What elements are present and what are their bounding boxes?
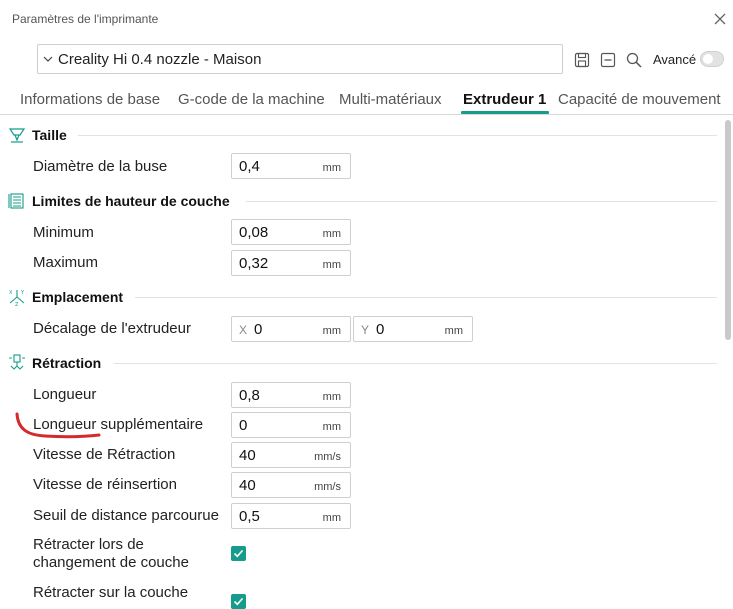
check-icon [233, 549, 244, 558]
field-unit: mm [322, 391, 341, 403]
save-icon[interactable] [573, 51, 591, 69]
label-minimum: Minimum [33, 224, 94, 241]
field-unit: mm [322, 162, 341, 174]
field-value: 0,5 [239, 508, 260, 525]
field-unit: mm [322, 228, 341, 240]
check-icon [233, 597, 244, 606]
maximum-input[interactable]: 0,32 mm [231, 250, 351, 276]
preset-bar: Creality Hi 0.4 nozzle - Maison Avancé [0, 44, 733, 76]
section-title-emplacement: Emplacement [32, 289, 124, 305]
retracter-couche-checkbox[interactable] [231, 594, 246, 609]
field-unit: mm/s [314, 481, 341, 493]
chevron-down-icon [43, 56, 53, 62]
field-value: 0,8 [239, 387, 260, 404]
section-divider [78, 135, 717, 136]
xyz-axes-icon: X Y Z [9, 290, 25, 306]
longueur-supplementaire-input[interactable]: 0 mm [231, 412, 351, 438]
retracter-changement-checkbox[interactable] [231, 546, 246, 561]
field-unit: mm/s [314, 451, 341, 463]
field-unit: mm [444, 325, 463, 337]
retraction-icon [9, 354, 25, 370]
preset-selected-value: Creality Hi 0.4 nozzle - Maison [58, 51, 262, 68]
decalage-x-input[interactable]: X 0 mm [231, 316, 351, 342]
scrollbar[interactable] [725, 120, 731, 340]
advanced-label: Avancé [653, 52, 697, 67]
axis-label-y: Y [361, 323, 370, 337]
label-maximum: Maximum [33, 254, 99, 271]
diametre-buse-input[interactable]: 0,4 mm [231, 153, 351, 179]
section-divider [135, 297, 717, 298]
field-unit: mm [322, 259, 341, 271]
field-value: 40 [239, 477, 256, 494]
decalage-y-input[interactable]: Y 0 mm [353, 316, 473, 342]
tab-extrudeur-1[interactable]: Extrudeur 1 [463, 91, 546, 108]
label-longueur: Longueur [33, 386, 97, 403]
tab-g-code-machine[interactable]: G-code de la machine [178, 91, 325, 108]
label-longueur-supplementaire: Longueur supplémentaire [33, 416, 204, 433]
tab-multi-materiaux[interactable]: Multi-matériaux [339, 91, 442, 108]
field-value: 0 [239, 417, 248, 434]
tab-bar: Informations de base G-code de la machin… [0, 84, 733, 115]
label-seuil-distance: Seuil de distance parcourue [33, 507, 219, 524]
section-divider [246, 201, 717, 202]
field-value: 0,4 [239, 158, 260, 175]
label-vitesse-retraction: Vitesse de Rétraction [33, 446, 176, 463]
tab-capacite-de-mouvement[interactable]: Capacité de mouvement [558, 91, 721, 108]
field-unit: mm [322, 512, 341, 524]
field-unit: mm [322, 421, 341, 433]
nozzle-icon [8, 128, 26, 143]
svg-text:Z: Z [15, 302, 19, 306]
label-retracter-changement-l2: changement de couche [33, 554, 189, 571]
label-diametre-buse: Diamètre de la buse [33, 158, 168, 175]
svg-text:X: X [9, 290, 13, 296]
remove-preset-icon[interactable] [599, 51, 617, 69]
axis-label-x: X [239, 323, 248, 337]
section-title-limites: Limites de hauteur de couche [32, 193, 230, 209]
minimum-input[interactable]: 0,08 mm [231, 219, 351, 245]
vitesse-retraction-input[interactable]: 40 mm/s [231, 442, 351, 468]
label-retracter-couche: Rétracter sur la couche [33, 584, 189, 601]
label-vitesse-reinsertion: Vitesse de réinsertion [33, 476, 177, 493]
field-value: 0,08 [239, 224, 269, 241]
tab-informations-de-base[interactable]: Informations de base [20, 91, 160, 108]
vitesse-reinsertion-input[interactable]: 40 mm/s [231, 472, 351, 498]
longueur-input[interactable]: 0,8 mm [231, 382, 351, 408]
advanced-toggle[interactable] [700, 51, 724, 67]
close-icon[interactable] [711, 10, 729, 28]
title-bar: Paramètres de l'imprimante [0, 0, 733, 38]
window-title: Paramètres de l'imprimante [12, 12, 159, 26]
label-decalage-extrudeur: Décalage de l'extrudeur [33, 320, 191, 337]
field-value: 40 [239, 447, 256, 464]
preset-dropdown[interactable]: Creality Hi 0.4 nozzle - Maison [37, 44, 563, 74]
field-value: 0 [254, 321, 263, 338]
field-unit: mm [322, 325, 341, 337]
settings-panel: Taille Diamètre de la buse 0,4 mm Limite… [0, 115, 733, 609]
section-title-taille: Taille [32, 127, 67, 143]
section-divider [114, 363, 717, 364]
layers-icon [8, 193, 24, 209]
svg-text:Y: Y [20, 290, 25, 296]
field-value: 0,32 [239, 255, 269, 272]
section-title-retraction: Rétraction [32, 355, 102, 371]
field-value: 0 [376, 321, 385, 338]
search-icon[interactable] [625, 51, 643, 69]
active-tab-indicator [461, 111, 549, 114]
seuil-distance-input[interactable]: 0,5 mm [231, 503, 351, 529]
label-retracter-changement-l1: Rétracter lors de [33, 536, 144, 553]
